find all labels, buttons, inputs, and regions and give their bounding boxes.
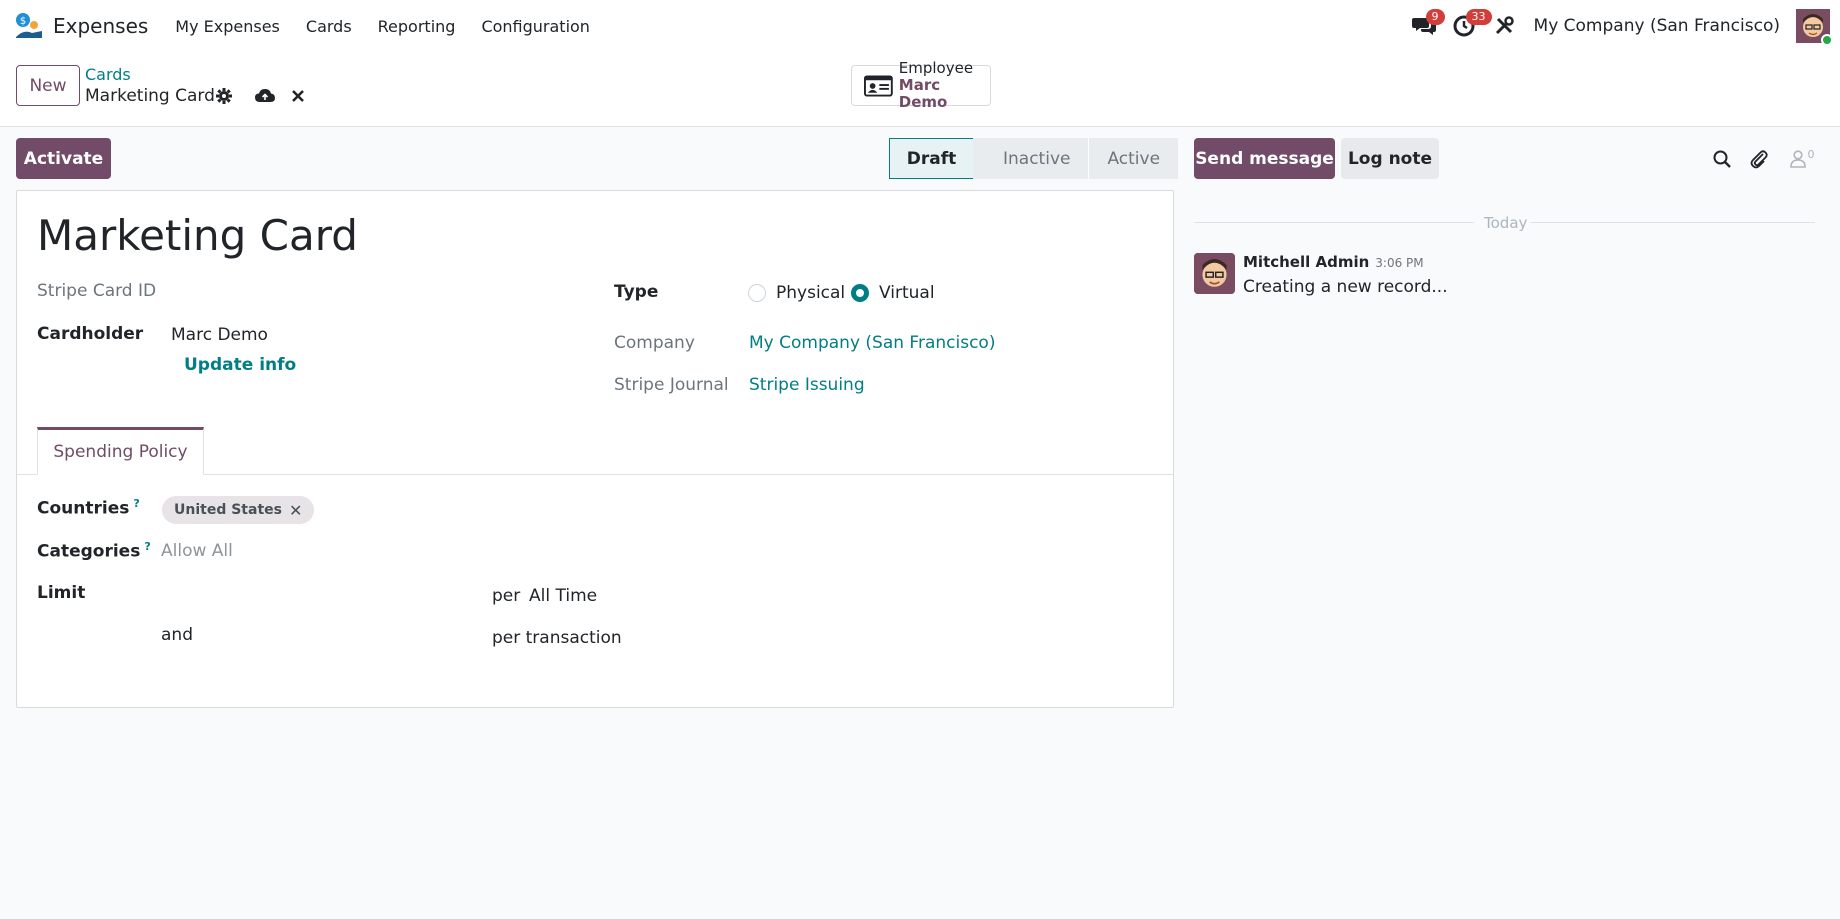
date-separator-label: Today xyxy=(1484,214,1528,232)
messages-count-badge: 9 xyxy=(1425,9,1445,25)
type-radio-physical[interactable]: Physical xyxy=(748,283,845,303)
per-transaction-label: per transaction xyxy=(492,628,622,648)
smart-button-text: Employee Marc Demo xyxy=(899,60,990,111)
categories-label-text: Categories xyxy=(37,541,141,562)
menu-item-configuration[interactable]: Configuration xyxy=(468,17,603,36)
menu-item-reporting[interactable]: Reporting xyxy=(365,17,469,36)
navbar-systray: 9 33 My Company (San Francisco) xyxy=(1404,0,1840,52)
form-sheet: Marketing Card Stripe Card ID Cardholder… xyxy=(16,190,1174,708)
country-tag-united-states: United States ✕ xyxy=(162,496,315,524)
menu-item-my-expenses[interactable]: My Expenses xyxy=(162,17,293,36)
cardholder-field[interactable]: Marc Demo xyxy=(171,325,268,345)
limit-label: Limit xyxy=(37,583,86,603)
stage-draft[interactable]: Draft xyxy=(889,138,973,179)
save-cloud-icon[interactable] xyxy=(255,86,275,106)
author-face-icon xyxy=(1194,253,1235,294)
employee-smart-button[interactable]: Employee Marc Demo xyxy=(851,60,991,111)
date-separator-line-left xyxy=(1194,222,1474,223)
update-info-button[interactable]: Update info xyxy=(184,355,296,375)
remove-tag-icon[interactable]: ✕ xyxy=(289,501,302,520)
company-switcher[interactable]: My Company (San Francisco) xyxy=(1534,16,1780,36)
radio-virtual-label: Virtual xyxy=(879,283,935,303)
type-radio-virtual[interactable]: Virtual xyxy=(851,283,935,303)
paperclip-icon[interactable] xyxy=(1747,147,1771,171)
online-status-dot xyxy=(1821,34,1833,46)
cardholder-label: Cardholder xyxy=(37,324,144,344)
radio-physical-label: Physical xyxy=(776,283,846,303)
expenses-app-icon: $ xyxy=(14,11,44,41)
countries-help-tooltip[interactable]: ? xyxy=(133,497,139,510)
countries-label-text: Countries xyxy=(37,498,130,519)
followers-count: 0 xyxy=(1807,147,1815,161)
app-brand[interactable]: $ Expenses xyxy=(14,11,148,41)
categories-input[interactable]: Allow All xyxy=(161,541,233,561)
top-navbar: $ Expenses My Expenses Cards Reporting C… xyxy=(0,0,1840,52)
and-label: and xyxy=(161,625,193,645)
user-avatar[interactable] xyxy=(1796,9,1833,46)
discard-close-icon[interactable] xyxy=(288,86,308,106)
smart-button-value: Marc Demo xyxy=(898,76,948,111)
debug-tools-button[interactable] xyxy=(1484,0,1524,52)
app-name: Expenses xyxy=(53,14,149,38)
stripe-journal-field[interactable]: Stripe Issuing xyxy=(749,375,865,395)
menu-item-cards[interactable]: Cards xyxy=(293,17,365,36)
activate-button[interactable]: Activate xyxy=(16,138,111,179)
id-card-icon xyxy=(864,74,893,97)
gear-icon[interactable] xyxy=(214,86,234,106)
message-author-name[interactable]: Mitchell Admin xyxy=(1243,253,1369,271)
message-body: Creating a new record... xyxy=(1243,277,1448,297)
svg-text:$: $ xyxy=(20,16,26,27)
card-name-input[interactable]: Marketing Card xyxy=(37,211,358,260)
stripe-card-id-label: Stripe Card ID xyxy=(37,281,157,301)
breadcrumb-cards[interactable]: Cards xyxy=(85,65,131,84)
per-label: per xyxy=(492,586,521,606)
radio-physical-circle xyxy=(748,284,766,302)
date-separator-line-right xyxy=(1530,222,1815,223)
tab-spending-policy[interactable]: Spending Policy xyxy=(37,427,204,475)
followers-button[interactable]: 0 xyxy=(1785,147,1819,171)
person-icon xyxy=(1789,150,1806,168)
new-button[interactable]: New xyxy=(16,65,80,106)
send-message-button[interactable]: Send message xyxy=(1194,138,1335,179)
search-icon[interactable] xyxy=(1710,147,1734,171)
message-timestamp: 3:06 PM xyxy=(1375,256,1424,270)
control-panel: New Cards Marketing Card Employee Marc D… xyxy=(0,52,1840,127)
stage-statusbar: Draft Inactive Active xyxy=(889,138,1179,179)
message-author: Mitchell Admin 3:06 PM xyxy=(1243,253,1424,271)
breadcrumb-current-record: Marketing Card xyxy=(85,86,215,106)
categories-label: Categories? xyxy=(37,540,151,562)
limit-period-select[interactable]: All Time xyxy=(529,586,597,606)
messages-button[interactable]: 9 xyxy=(1404,0,1445,52)
type-label: Type xyxy=(614,282,659,302)
tools-icon xyxy=(1495,16,1514,35)
main-menu: My Expenses Cards Reporting Configuratio… xyxy=(162,17,603,36)
message-author-avatar[interactable] xyxy=(1194,253,1235,294)
company-label: Company xyxy=(614,333,695,353)
country-tag-label: United States xyxy=(174,502,282,518)
activities-button[interactable]: 33 xyxy=(1444,0,1492,52)
company-field[interactable]: My Company (San Francisco) xyxy=(749,333,995,353)
categories-help-tooltip[interactable]: ? xyxy=(144,540,150,553)
stage-inactive[interactable]: Inactive xyxy=(973,138,1089,179)
radio-virtual-circle xyxy=(851,284,869,302)
smart-button-label: Employee xyxy=(898,59,974,77)
log-note-button[interactable]: Log note xyxy=(1341,138,1439,179)
stage-active[interactable]: Active xyxy=(1088,138,1179,179)
countries-label: Countries? xyxy=(37,497,140,519)
stripe-journal-label: Stripe Journal xyxy=(614,375,729,395)
